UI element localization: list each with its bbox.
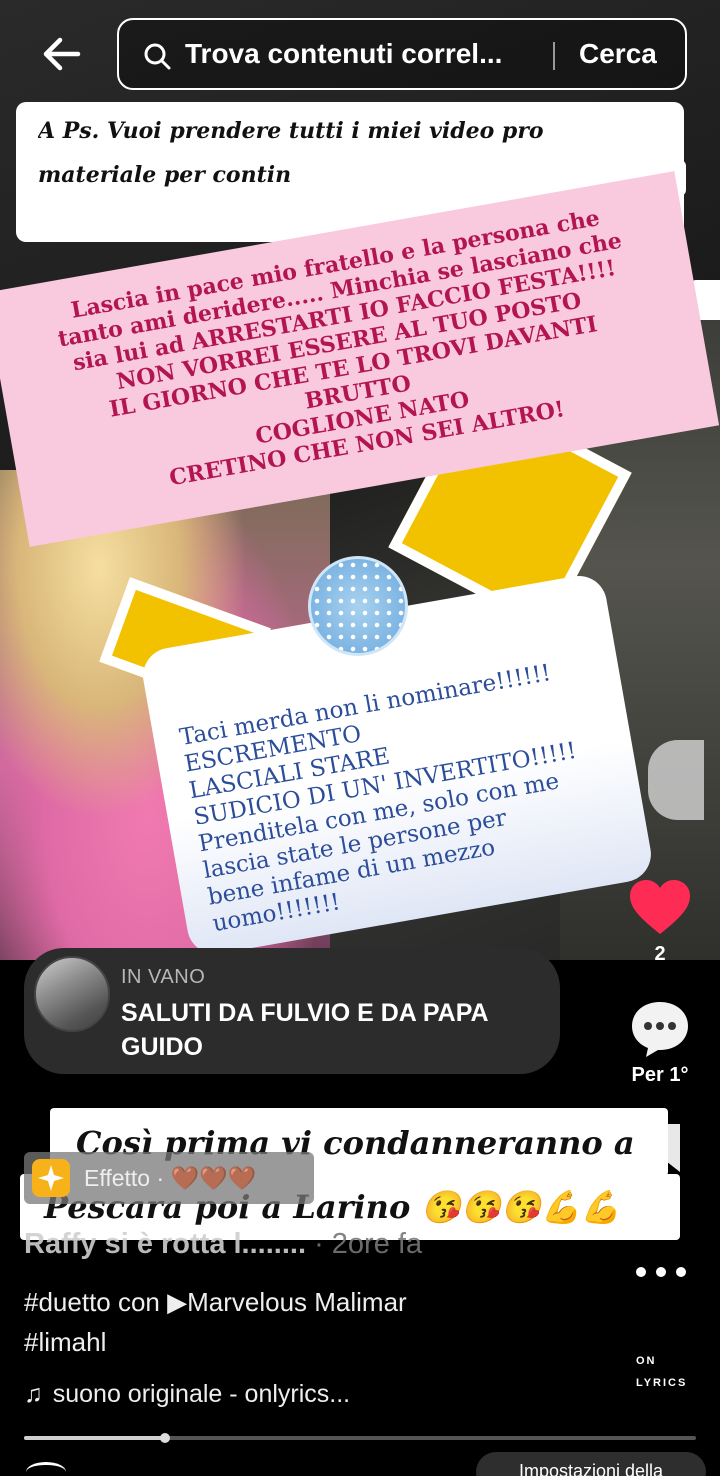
- note-sticker-text: Taci merda non li nominare!!!!!! ESCREMEN…: [178, 658, 597, 938]
- heart-icon: [630, 880, 690, 934]
- effect-chip[interactable]: Effetto · 🤎🤎🤎: [24, 1152, 314, 1204]
- music-disc[interactable]: ON LYRICS: [636, 1350, 696, 1394]
- video-progress-knob[interactable]: [160, 1433, 171, 1443]
- side-thumbnail: [648, 740, 704, 820]
- description-duet[interactable]: #duetto con ▶Marvelous Malimar: [24, 1287, 407, 1318]
- sound-name: suono originale - onlyrics...: [52, 1380, 351, 1408]
- pushpin-icon: [308, 556, 408, 656]
- video-frame[interactable]: A Ps. Vuoi prendere tutti i miei video p…: [0, 0, 720, 960]
- back-arrow-icon[interactable]: [38, 30, 86, 78]
- settings-button[interactable]: Impostazioni della: [476, 1452, 706, 1476]
- more-dot: [636, 1267, 646, 1277]
- like-button[interactable]: [630, 880, 690, 936]
- search-icon: [143, 42, 171, 70]
- music-pill[interactable]: IN VANO SALUTI DA FULVIO E DA PAPA GUIDO: [24, 948, 560, 1074]
- video-progress-bar[interactable]: [24, 1433, 696, 1443]
- music-thumbnail: [34, 956, 110, 1032]
- white-sticker-line: materiale per contin: [38, 162, 292, 188]
- post-time: · 2ore fa: [314, 1228, 423, 1260]
- author-name[interactable]: Raffy si è rotta l........: [24, 1228, 306, 1260]
- search-divider: [553, 42, 555, 70]
- music-note-icon: ♫: [24, 1380, 43, 1408]
- search-button[interactable]: Cerca: [579, 38, 657, 70]
- video-progress-fill: [24, 1436, 166, 1440]
- search-bar[interactable]: Trova contenuti correl... Cerca: [117, 18, 687, 90]
- more-dot: [656, 1267, 666, 1277]
- author-line[interactable]: Raffy si è rotta l........ · 2ore fa: [24, 1228, 422, 1261]
- search-input[interactable]: Trova contenuti correl...: [185, 38, 502, 70]
- comment-count: Per 1°: [631, 1064, 689, 1086]
- comment-bubble-icon: [632, 1002, 688, 1057]
- comment-button[interactable]: [630, 1000, 690, 1058]
- music-title: SALUTI DA FULVIO E DA PAPA GUIDO: [121, 999, 488, 1061]
- description-hashtag[interactable]: #limahl: [24, 1327, 106, 1358]
- music-disc-label: LYRICS: [636, 1377, 688, 1389]
- effect-label: Effetto · 🤎🤎🤎: [84, 1165, 257, 1191]
- more-options-button[interactable]: [636, 1264, 686, 1280]
- sound-link[interactable]: ♫ suono originale - onlyrics...: [24, 1380, 350, 1409]
- home-indicator-icon: [26, 1462, 66, 1476]
- music-kicker: IN VANO: [121, 966, 206, 988]
- white-sticker-line: A Ps. Vuoi prendere tutti i miei video p…: [38, 118, 544, 144]
- like-count: 2: [654, 943, 666, 965]
- more-dot: [676, 1267, 686, 1277]
- effect-sparkle-icon: [32, 1159, 70, 1197]
- music-disc-label: ON: [636, 1355, 657, 1367]
